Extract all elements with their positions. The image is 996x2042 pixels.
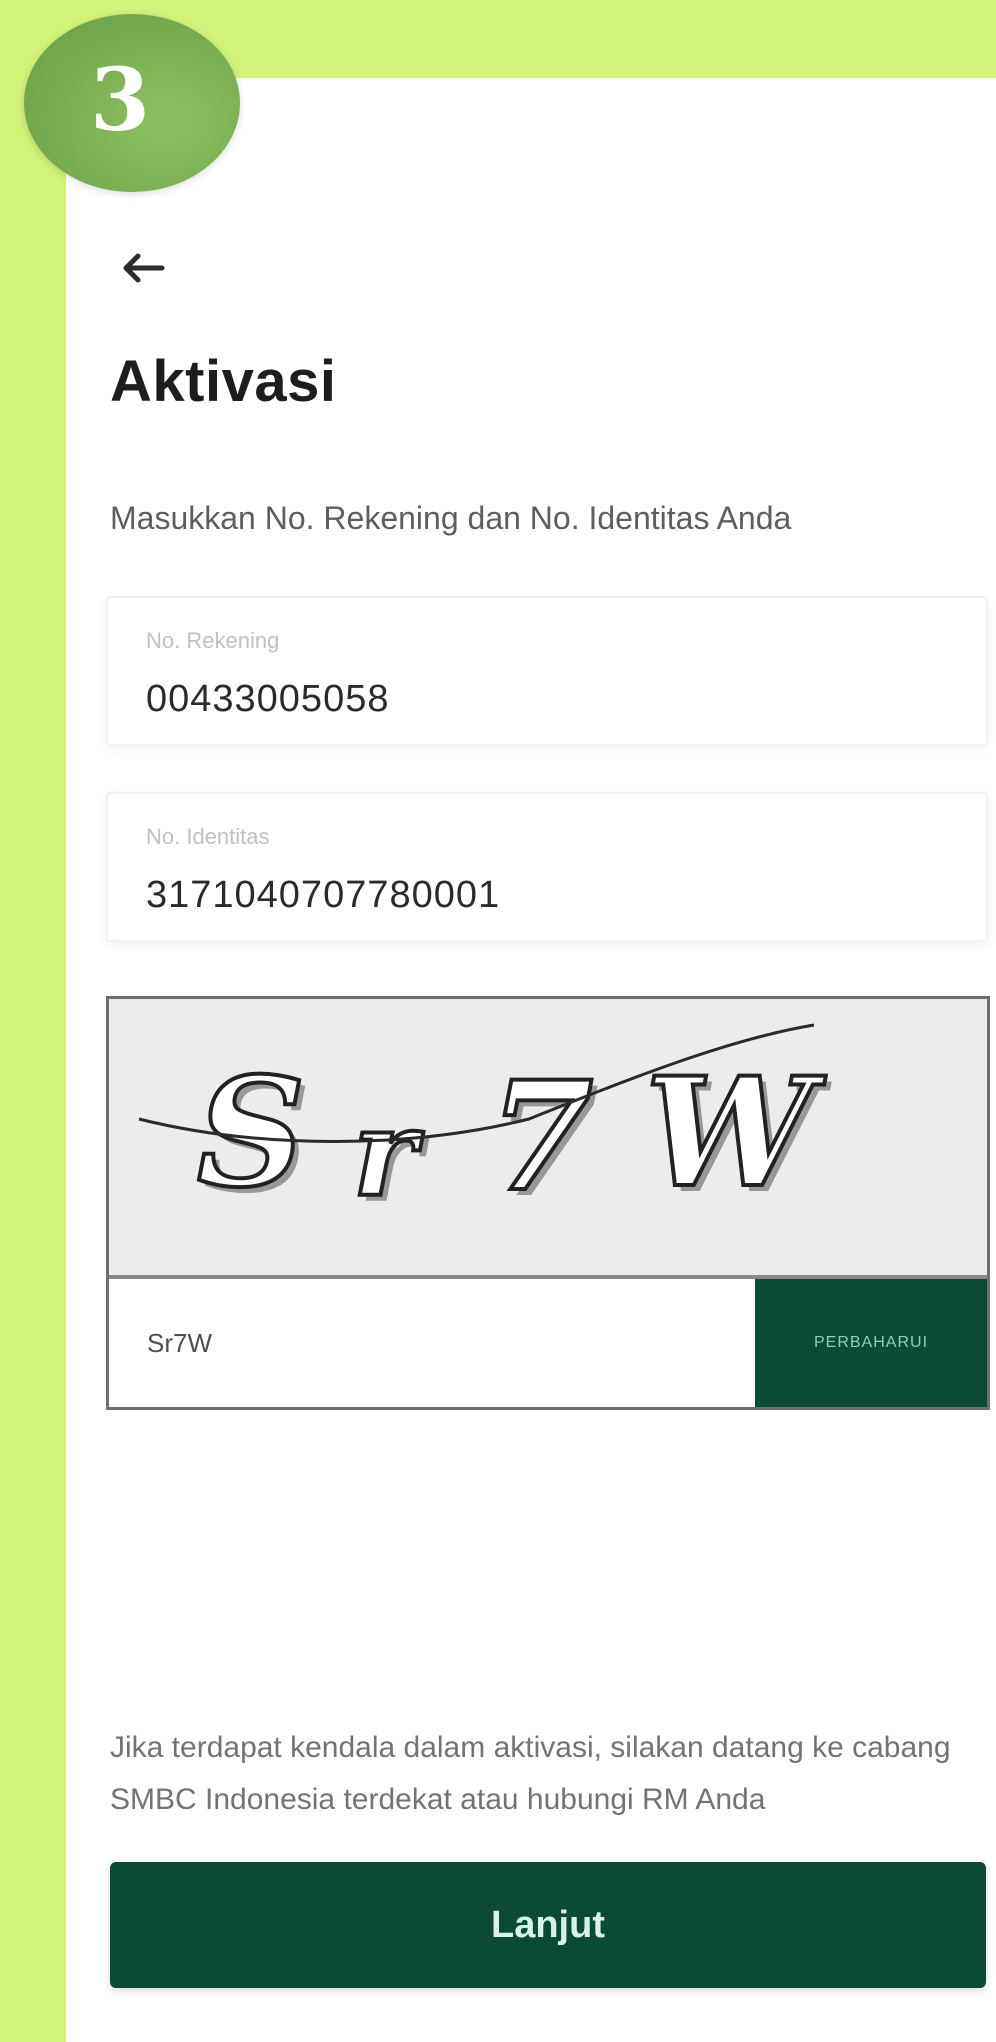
svg-text:7: 7 (489, 1049, 593, 1225)
svg-text:r: r (353, 1083, 424, 1224)
step-number: 3 (90, 49, 150, 151)
identity-number-field[interactable]: No. Identitas 3171040707780001 (106, 792, 988, 942)
arrow-left-icon[interactable] (118, 250, 166, 286)
refresh-captcha-button[interactable]: PERBAHARUI (755, 1279, 987, 1407)
account-number-label: No. Rekening (146, 628, 280, 653)
captcha-box: S S r r 7 7 W W PERBAHARUI (106, 996, 990, 1410)
account-number-field[interactable]: No. Rekening 00433005058 (106, 596, 988, 746)
svg-text:W: W (645, 1045, 826, 1221)
step-badge: 3 (24, 14, 240, 192)
help-text: Jika terdapat kendala dalam aktivasi, si… (110, 1731, 951, 1816)
captcha-image: S S r r 7 7 W W (109, 999, 987, 1279)
continue-button[interactable]: Lanjut (110, 1862, 986, 1988)
page-subtitle: Masukkan No. Rekening dan No. Identitas … (110, 500, 792, 536)
identity-number-value[interactable]: 3171040707780001 (146, 874, 500, 917)
account-number-value[interactable]: 00433005058 (146, 678, 389, 721)
captcha-input[interactable] (109, 1279, 755, 1407)
page-title: Aktivasi (110, 349, 337, 414)
identity-number-label: No. Identitas (146, 824, 270, 849)
